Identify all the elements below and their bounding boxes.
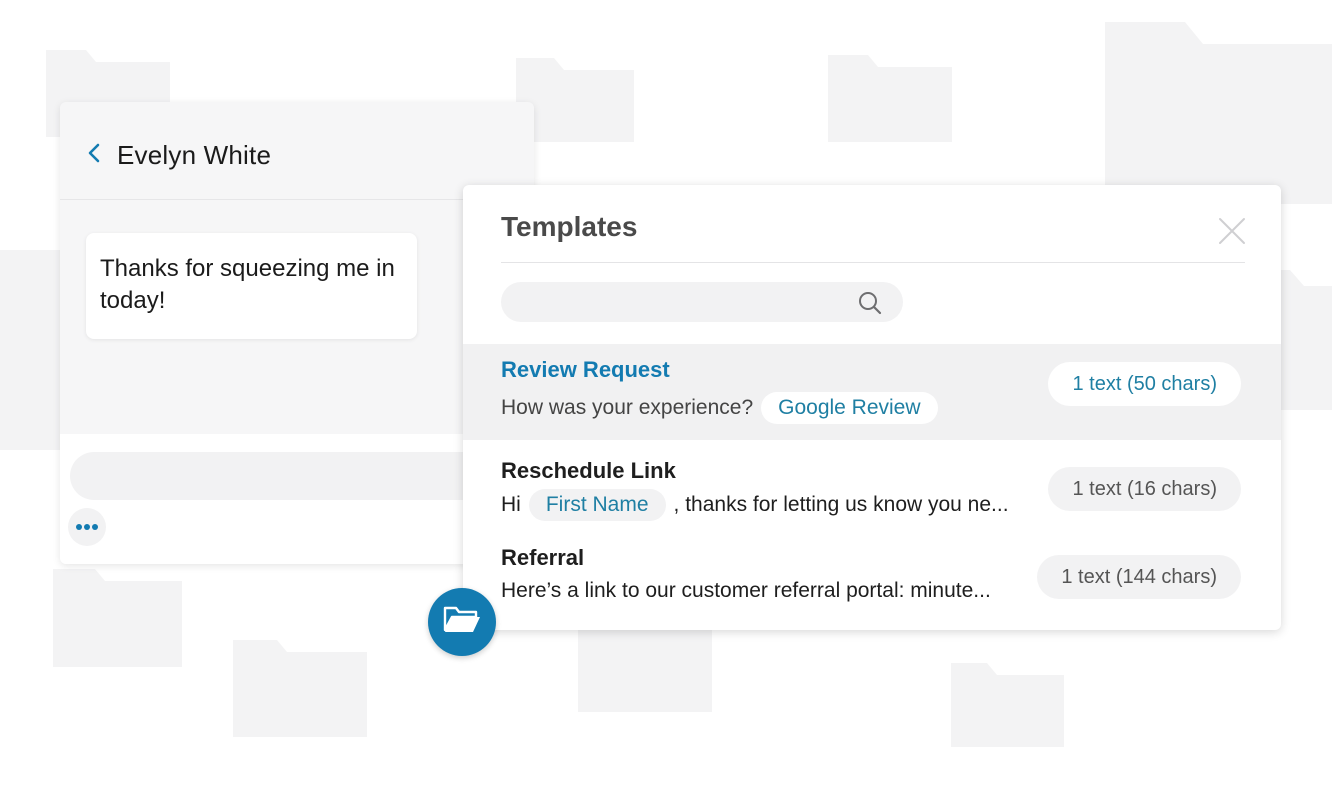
template-preview: How was your experience? Google Review: [501, 392, 946, 424]
divider: [501, 262, 1245, 263]
template-row-referral[interactable]: Referral Here’s a link to our customer r…: [463, 537, 1281, 621]
screen: Evelyn White Thanks for squeezing me in …: [0, 0, 1332, 800]
template-title: Referral: [501, 545, 585, 570]
ellipsis-icon: [75, 518, 99, 536]
background-folder-icon: [570, 630, 720, 720]
background-folder-icon: [225, 630, 375, 745]
folder-open-icon: [442, 604, 482, 641]
template-row-review-request[interactable]: Review Request How was your experience? …: [463, 344, 1281, 440]
panel-title: Templates: [501, 211, 638, 242]
background-folder-icon: [45, 565, 190, 675]
templates-panel: Templates Review Request How was your ex…: [463, 185, 1281, 630]
preview-text: How was your experience?: [501, 396, 754, 419]
more-options-button[interactable]: [68, 508, 106, 546]
count-badge: 1 text (16 chars): [1048, 467, 1241, 511]
contact-name: Evelyn White: [117, 140, 272, 170]
background-folder-icon: [0, 240, 60, 460]
template-title: Reschedule Link: [501, 458, 676, 483]
search-input[interactable]: [517, 282, 851, 324]
tag-pill-first-name: First Name: [528, 489, 666, 521]
preview-prefix: Hi: [501, 493, 521, 516]
template-preview: Here’s a link to our customer referral p…: [501, 579, 991, 603]
template-title: Review Request: [501, 357, 670, 382]
search-box[interactable]: [501, 282, 903, 324]
preview-text: , thanks for letting us know you ne...: [673, 493, 1009, 516]
chevron-left-icon[interactable]: [86, 143, 102, 163]
search-icon[interactable]: [857, 290, 883, 316]
template-preview: Hi First Name , thanks for letting us kn…: [501, 489, 1009, 521]
preview-text: Here’s a link to our customer referral p…: [501, 579, 991, 602]
template-row-reschedule-link[interactable]: Reschedule Link Hi First Name , thanks f…: [463, 447, 1281, 531]
background-folder-icon: [1095, 12, 1332, 212]
count-badge: 1 text (144 chars): [1037, 555, 1241, 599]
message-bubble: Thanks for squeezing me in today!: [86, 233, 417, 339]
close-icon[interactable]: [1217, 216, 1247, 246]
conversation-header: Evelyn White: [60, 102, 534, 200]
background-folder-icon: [945, 655, 1070, 755]
templates-folder-button[interactable]: [428, 588, 496, 656]
background-folder-icon: [820, 45, 960, 150]
count-badge: 1 text (50 chars): [1048, 362, 1241, 406]
tag-pill-google-review: Google Review: [761, 392, 938, 424]
